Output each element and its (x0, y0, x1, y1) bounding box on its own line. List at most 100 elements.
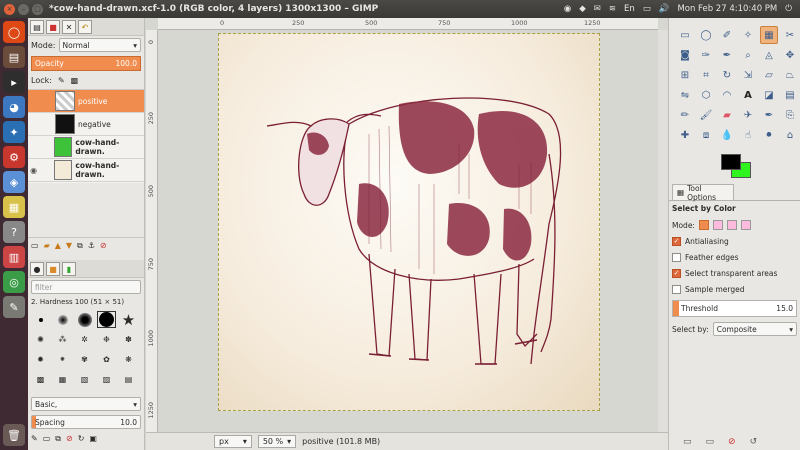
eraser-icon[interactable]: ▰ (718, 106, 736, 124)
brush-item[interactable] (31, 311, 50, 328)
help-icon[interactable]: ? (3, 221, 25, 243)
dodge-burn-icon[interactable]: ⚫ (760, 126, 778, 144)
brush-item[interactable]: ▩ (31, 371, 50, 388)
paths-icon[interactable]: ✑ (697, 46, 715, 64)
web-icon[interactable]: ◎ (3, 271, 25, 293)
dash-icon[interactable]: ◯ (3, 21, 25, 43)
maximize-window-button[interactable]: □ (32, 3, 43, 15)
intersect-mode-icon[interactable] (740, 220, 751, 230)
brush-item[interactable]: ❉ (97, 331, 116, 348)
lower-layer-icon[interactable]: ▼ (66, 241, 72, 251)
opacity-slider[interactable]: Opacity 100.0 (31, 55, 141, 71)
brush-item[interactable]: ❋ (119, 351, 138, 368)
layer-row[interactable]: ◉ cow-hand-drawn. (28, 159, 144, 182)
airbrush-icon[interactable]: ✈ (739, 106, 757, 124)
brush-item[interactable]: ▧ (75, 371, 94, 388)
vertical-ruler[interactable]: 0 250 500 750 1000 1250 (146, 30, 158, 432)
shear-icon[interactable]: ▱ (760, 66, 778, 84)
new-brush-icon[interactable]: ▭ (43, 434, 51, 444)
dropbox-icon[interactable]: ◆ (579, 4, 586, 14)
brush-item[interactable] (53, 311, 72, 328)
browser-icon[interactable]: ◕ (3, 96, 25, 118)
unit-select[interactable]: px ▾ (214, 435, 252, 448)
notes-icon[interactable]: ▦ (3, 196, 25, 218)
add-mode-icon[interactable] (712, 220, 723, 230)
perspective-clone-icon[interactable]: ⧈ (697, 126, 715, 144)
files-icon[interactable]: ▤ (3, 46, 25, 68)
scale-icon[interactable]: ⇲ (739, 66, 757, 84)
subtract-mode-icon[interactable] (726, 220, 737, 230)
brush-item[interactable]: ✾ (75, 351, 94, 368)
heal-icon[interactable]: ✚ (676, 126, 694, 144)
open-as-image-icon[interactable]: ▣ (89, 434, 97, 444)
replace-mode-icon[interactable] (698, 220, 709, 230)
pencil-icon[interactable]: ✏ (676, 106, 694, 124)
delete-options-icon[interactable]: ⊘ (728, 437, 736, 447)
move-icon[interactable]: ✥ (781, 46, 799, 64)
save-options-icon[interactable]: ▭ (683, 437, 692, 447)
rect-select-icon[interactable]: ▭ (676, 26, 694, 44)
delete-brush-icon[interactable]: ⊘ (66, 434, 73, 444)
brush-item[interactable]: ✿ (97, 351, 116, 368)
transparent-checkbox[interactable]: ✓ Select transparent areas (672, 265, 797, 281)
spacing-slider[interactable]: Spacing 10.0 (31, 415, 141, 429)
foreground-select-icon[interactable]: ◙ (676, 46, 694, 64)
threshold-slider[interactable]: Threshold 15.0 (672, 300, 797, 317)
horizontal-ruler[interactable]: 0 250 500 750 1000 1250 (158, 18, 658, 30)
lock-pixels-icon[interactable]: ✎ (58, 76, 65, 85)
brush-item[interactable]: ⁂ (53, 331, 72, 348)
antialiasing-checkbox[interactable]: ✓ Antialiasing (672, 233, 797, 249)
eye-icon[interactable]: ◉ (28, 166, 39, 175)
trash-icon[interactable]: 🗑 (3, 424, 25, 446)
restore-options-icon[interactable]: ▭ (706, 437, 715, 447)
crop-icon[interactable]: ⌗ (697, 66, 715, 84)
ink-icon[interactable]: ✒ (760, 106, 778, 124)
flip-icon[interactable]: ⇋ (676, 86, 694, 104)
keyboard-layout[interactable]: En (624, 4, 635, 14)
warp-icon[interactable]: ◠ (718, 86, 736, 104)
brushes-tab-icon[interactable]: ● (30, 262, 44, 276)
color-picker-icon[interactable]: ✒ (718, 46, 736, 64)
brush-item[interactable]: ✺ (31, 331, 50, 348)
reset-options-icon[interactable]: ↺ (750, 437, 758, 447)
layer-row[interactable]: negative (28, 113, 144, 136)
foreground-color[interactable] (721, 154, 741, 170)
zoom-icon[interactable]: ⌕ (739, 46, 757, 64)
brush-preset-select[interactable]: Basic, ▾ (31, 397, 141, 411)
select-by-select[interactable]: Composite ▾ (712, 322, 797, 336)
smudge-icon[interactable]: ☝ (739, 126, 757, 144)
patterns-tab-icon[interactable]: ■ (46, 262, 60, 276)
layer-row[interactable]: positive (28, 90, 144, 113)
image-canvas[interactable] (218, 33, 600, 411)
tool-options-tab[interactable]: ▦ Tool Options (672, 184, 734, 202)
battery-icon[interactable]: ▭ (643, 4, 651, 14)
zoom-select[interactable]: 50 % ▾ (257, 435, 297, 448)
scissors-icon[interactable]: ✂ (781, 26, 799, 44)
measure-icon[interactable]: ◬ (760, 46, 778, 64)
brush-item[interactable]: ▨ (97, 371, 116, 388)
rotate-icon[interactable]: ↻ (718, 66, 736, 84)
power-icon[interactable]: ⏻ (785, 4, 792, 14)
app-icon[interactable]: ▥ (3, 246, 25, 268)
paintbrush-icon[interactable]: 🖌 (697, 106, 715, 124)
minimize-window-button[interactable]: – (18, 3, 29, 15)
layers-tab-icon[interactable]: ▤ (30, 20, 44, 34)
blend-icon[interactable]: ▤ (781, 86, 799, 104)
duplicate-layer-icon[interactable]: ⧉ (77, 241, 83, 251)
clone-icon[interactable]: ⎘ (781, 106, 799, 124)
select-by-color-icon[interactable]: ▦ (760, 26, 778, 44)
brush-item[interactable]: ✹ (31, 351, 50, 368)
terminal-icon[interactable]: ▸ (3, 71, 25, 93)
anchor-layer-icon[interactable]: ⚓ (88, 241, 95, 251)
align-icon[interactable]: ⊞ (676, 66, 694, 84)
star-brush-icon[interactable]: ★ (119, 311, 138, 329)
kodi-icon[interactable]: ✦ (3, 121, 25, 143)
lasso-icon[interactable]: ✐ (718, 26, 736, 44)
refresh-brush-icon[interactable]: ↻ (78, 434, 85, 444)
brush-filter-input[interactable]: filter (31, 280, 141, 294)
paths-tab-icon[interactable]: ✕ (62, 20, 76, 34)
lock-alpha-icon[interactable]: ▩ (71, 76, 79, 85)
duplicate-brush-icon[interactable]: ⧉ (55, 434, 61, 444)
gimp-icon[interactable]: ✎ (3, 296, 25, 318)
edit-brush-icon[interactable]: ✎ (31, 434, 38, 444)
